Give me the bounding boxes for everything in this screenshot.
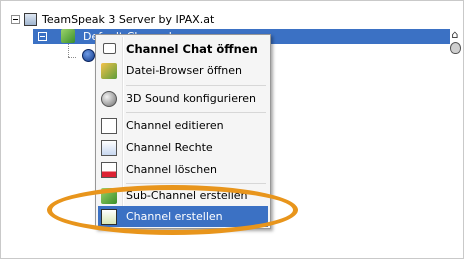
menu-separator <box>126 85 266 86</box>
server-group-badge-icon <box>450 42 461 54</box>
permissions-icon <box>101 139 117 156</box>
client-status-icon[interactable] <box>82 49 95 62</box>
menu-item-delete-channel[interactable]: Channel löschen <box>98 159 268 180</box>
menu-item-label: Channel löschen <box>126 163 217 176</box>
menu-item-label: Channel Chat öffnen <box>126 41 258 56</box>
menu-item-channel-permissions[interactable]: Channel Rechte <box>98 137 268 158</box>
menu-item-label: Datei-Browser öffnen <box>126 64 243 77</box>
menu-separator <box>126 112 266 113</box>
server-icon <box>24 12 37 26</box>
menu-item-configure-3d-sound[interactable]: 3D Sound konfigurieren <box>98 88 268 109</box>
collapse-server-icon[interactable] <box>11 14 20 24</box>
tree-connector-line <box>68 57 76 59</box>
server-name: TeamSpeak 3 Server by IPAX.at <box>42 12 215 26</box>
menu-item-open-file-browser[interactable]: Datei-Browser öffnen <box>98 60 268 81</box>
menu-item-open-channel-chat[interactable]: Channel Chat öffnen <box>98 38 268 59</box>
channel-icon <box>61 29 75 43</box>
menu-item-label: Channel Rechte <box>126 141 213 154</box>
menu-item-label: 3D Sound konfigurieren <box>126 92 257 105</box>
server-row[interactable]: TeamSpeak 3 Server by IPAX.at <box>11 12 214 26</box>
menu-item-label: Channel editieren <box>126 119 224 132</box>
delete-icon <box>101 161 117 178</box>
highlight-annotation-ring <box>47 185 298 235</box>
edit-icon <box>101 117 117 134</box>
sphere-icon <box>101 90 117 107</box>
tree-connector-line <box>68 44 70 57</box>
menu-item-edit-channel[interactable]: Channel editieren <box>98 115 268 136</box>
folder-icon <box>101 62 117 79</box>
chat-icon <box>101 41 117 57</box>
menu-separator <box>126 183 266 184</box>
collapse-channel-icon[interactable] <box>38 32 47 41</box>
home-icon: ⌂ <box>451 28 459 41</box>
